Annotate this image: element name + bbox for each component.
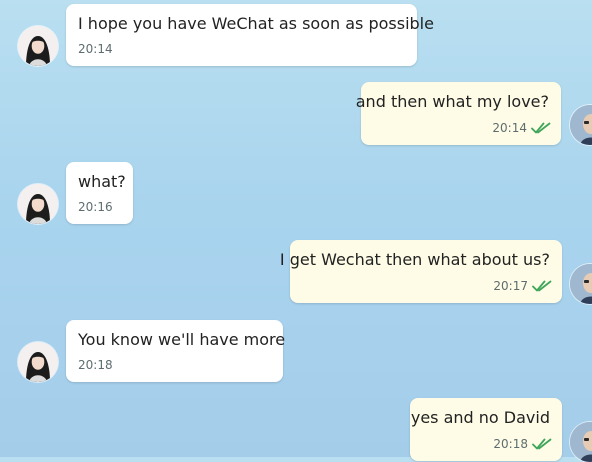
message-text: and then what my love?	[355, 92, 549, 111]
man-avatar-icon	[570, 422, 592, 462]
woman-avatar-icon	[18, 26, 58, 66]
message-bubble[interactable]: and then what my love? 20:14	[356, 82, 561, 145]
message-time: 20:17	[493, 279, 528, 293]
message-bubble[interactable]: I get Wechat then what about us? 20:17	[280, 240, 562, 303]
man-avatar-icon	[570, 264, 592, 304]
user-avatar[interactable]	[570, 422, 592, 462]
message-text: what?	[78, 172, 126, 191]
user-avatar[interactable]	[570, 264, 592, 304]
message-bubble[interactable]: yes and no David 20:18	[410, 398, 562, 461]
message-text: I hope you have WeChat as soon as possib…	[78, 14, 434, 33]
message-bubble[interactable]: what? 20:16	[66, 162, 133, 224]
message-time: 20:18	[78, 358, 113, 372]
chat-thread: I hope you have WeChat as soon as possib…	[0, 0, 592, 462]
double-check-icon	[531, 122, 551, 134]
user-avatar[interactable]	[570, 105, 592, 145]
message-bubble[interactable]: I hope you have WeChat as soon as possib…	[66, 4, 434, 66]
message-time: 20:14	[78, 42, 113, 56]
message-time: 20:14	[492, 121, 527, 135]
woman-avatar-icon	[18, 184, 58, 224]
message-time: 20:18	[493, 437, 528, 451]
message-text: You know we'll have more	[78, 330, 286, 349]
man-avatar-icon	[570, 105, 592, 145]
message-text: I get Wechat then what about us?	[279, 250, 550, 269]
message-bubble[interactable]: You know we'll have more 20:18	[66, 320, 286, 382]
message-text: yes and no David	[410, 408, 550, 427]
contact-avatar[interactable]	[18, 26, 58, 66]
double-check-icon	[532, 438, 552, 450]
contact-avatar[interactable]	[18, 342, 58, 382]
message-time: 20:16	[78, 200, 113, 214]
double-check-icon	[532, 280, 552, 292]
woman-avatar-icon	[18, 342, 58, 382]
contact-avatar[interactable]	[18, 184, 58, 224]
